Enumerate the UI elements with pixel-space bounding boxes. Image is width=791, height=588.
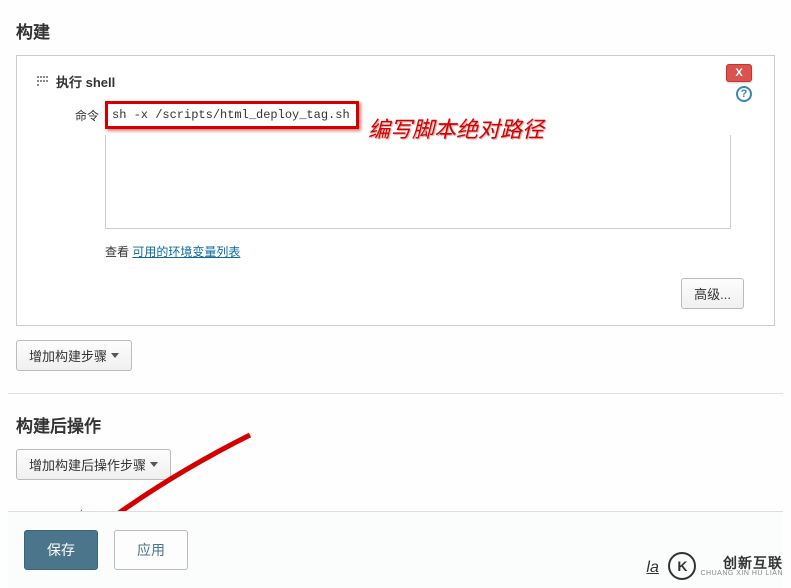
see-env-vars-row: 查看 可用的环境变量列表 xyxy=(105,243,754,260)
help-icon[interactable]: ? xyxy=(736,86,752,102)
build-section-title: 构建 xyxy=(16,18,775,43)
logo-mark: K xyxy=(668,552,696,580)
command-textarea[interactable] xyxy=(105,135,731,229)
add-post-build-step-button[interactable]: 增加构建后操作步骤 xyxy=(16,449,171,480)
delete-step-button[interactable]: X xyxy=(726,64,752,82)
highlight-box xyxy=(105,101,359,129)
save-button[interactable]: 保存 xyxy=(24,530,98,570)
add-build-step-button[interactable]: 增加构建步骤 xyxy=(16,340,132,371)
brand-logo: K 创新互联 CHUANG XIN HU LIAN xyxy=(668,552,783,580)
command-label: 命令 xyxy=(75,101,105,124)
brand-area: la K 创新互联 CHUANG XIN HU LIAN xyxy=(646,552,783,580)
execute-shell-block: 执行 shell X ? 命令 查看 可用的环境变量列表 高级... xyxy=(16,55,775,326)
env-vars-link[interactable]: 可用的环境变量列表 xyxy=(132,245,240,259)
block-title: 执行 shell xyxy=(56,72,115,91)
chevron-down-icon xyxy=(150,462,158,467)
apply-button[interactable]: 应用 xyxy=(114,530,188,570)
build-section: 构建 执行 shell X ? 命令 查看 可用的环境变量列表 xyxy=(8,0,783,394)
edit-icon: la xyxy=(646,559,658,577)
see-prefix: 查看 xyxy=(105,245,132,259)
post-build-section-title: 构建后操作 xyxy=(16,412,775,437)
brand-en: CHUANG XIN HU LIAN xyxy=(700,570,783,577)
brand-cn: 创新互联 xyxy=(700,556,783,570)
add-build-step-label: 增加构建步骤 xyxy=(29,346,107,365)
advanced-button[interactable]: 高级... xyxy=(681,278,744,309)
drag-handle-icon[interactable] xyxy=(37,76,48,87)
block-header: 执行 shell xyxy=(37,72,754,91)
advanced-label: 高级... xyxy=(694,284,731,303)
command-row: 命令 xyxy=(75,101,754,129)
add-post-build-step-label: 增加构建后操作步骤 xyxy=(29,455,146,474)
command-input[interactable] xyxy=(108,104,356,126)
post-build-section: 构建后操作 增加构建后操作步骤 xyxy=(8,394,783,502)
chevron-down-icon xyxy=(111,353,119,358)
